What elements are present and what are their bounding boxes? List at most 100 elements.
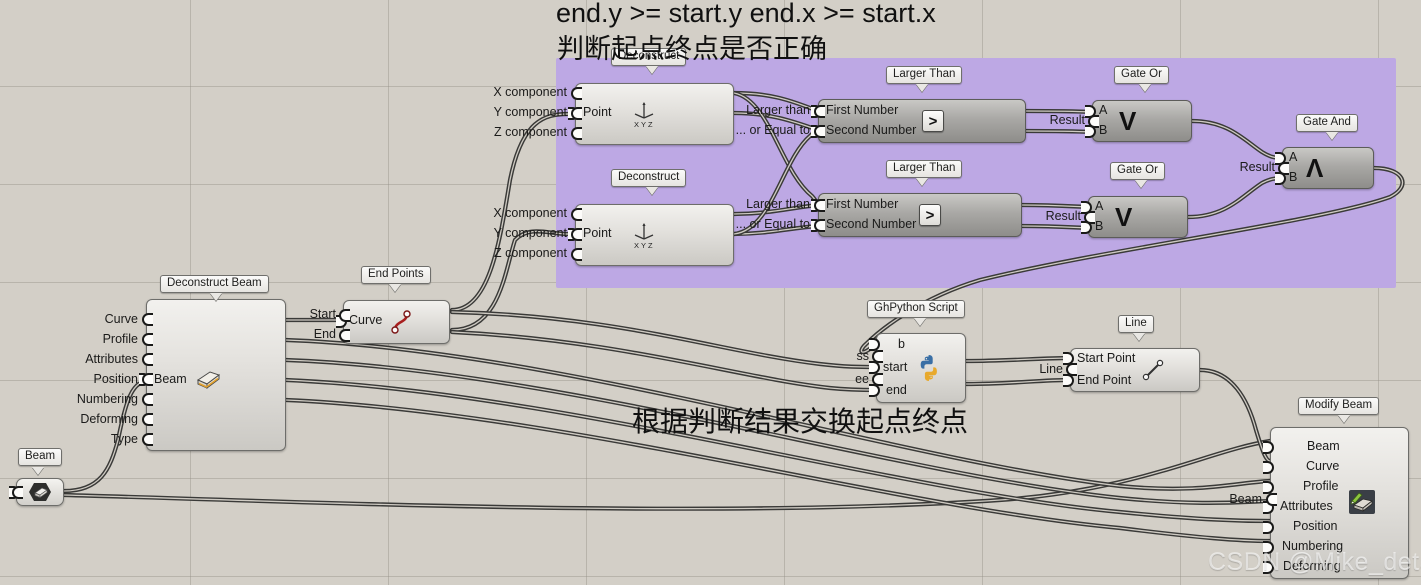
port-out-z-2[interactable]	[571, 248, 582, 261]
port-label-point-2: Point	[583, 226, 612, 240]
port-label-start: Start	[309, 307, 336, 321]
port-out-line[interactable]	[1066, 363, 1077, 376]
and-gate-icon: Λ	[1306, 153, 1324, 183]
tag-line: Line	[1118, 315, 1154, 333]
port-out-or-equal-2[interactable]	[814, 219, 825, 232]
tag-pointer-larger-than-1	[916, 84, 928, 92]
or-gate-icon: V	[1115, 202, 1133, 232]
port-out-position[interactable]	[142, 373, 153, 386]
port-out-larger-than-2[interactable]	[814, 199, 825, 212]
tag-pointer-gate-or-2	[1135, 180, 1147, 188]
port-label-x-1: X component	[493, 85, 567, 99]
port-label-start-point: Start Point	[1077, 351, 1136, 365]
port-label-y-1: Y component	[493, 105, 567, 119]
tag-pointer-gate-or-1	[1139, 84, 1151, 92]
modify-beam-icon	[1349, 490, 1375, 514]
port-label-or-equal-1: ... or Equal to	[735, 123, 810, 137]
port-out-result-and[interactable]	[1278, 162, 1289, 175]
port-label-b-and: B	[1289, 170, 1298, 184]
port-out-ss[interactable]	[872, 350, 883, 363]
port-label-curve-in: Curve	[349, 313, 383, 327]
tag-pointer-modify-beam	[1338, 415, 1350, 423]
port-out-beam-mb[interactable]	[1266, 493, 1277, 506]
port-label-curve: Curve	[104, 312, 138, 326]
tag-gate-or-2: Gate Or	[1110, 162, 1165, 180]
port-out-deforming[interactable]	[142, 413, 153, 426]
port-out-start[interactable]	[339, 309, 350, 322]
port-out-z-1[interactable]	[571, 127, 582, 140]
port-out-profile[interactable]	[142, 333, 153, 346]
wire-python-ss-to-line-start	[963, 355, 1073, 364]
svg-text:X: X	[634, 120, 639, 129]
port-out-beam-param[interactable]	[12, 486, 23, 499]
port-label-or-equal-2: ... or Equal to	[735, 217, 810, 231]
port-label-end: End	[313, 327, 336, 341]
tag-larger-than-2: Larger Than	[886, 160, 963, 178]
svg-text:Y: Y	[641, 120, 646, 129]
port-label-ee: ee	[855, 372, 869, 386]
tag-gate-or-1: Gate Or	[1114, 66, 1169, 84]
svg-text:Y: Y	[641, 241, 646, 250]
port-label-point-1: Point	[583, 105, 612, 119]
port-out-y-1[interactable]	[571, 107, 582, 120]
port-label-second-number-2: Second Number	[826, 217, 917, 231]
port-label-b-or1: B	[1099, 123, 1108, 137]
port-label-z-2: Z component	[494, 246, 567, 260]
tag-pointer-end-points	[389, 284, 401, 292]
tag-modify-beam: Modify Beam	[1298, 397, 1380, 415]
port-out-type[interactable]	[142, 433, 153, 446]
port-out-result-or2[interactable]	[1084, 211, 1095, 224]
wire-line-to-modify-beam-curve	[1197, 367, 1273, 464]
port-label-start-py: start	[883, 360, 908, 374]
port-out-curve[interactable]	[142, 313, 153, 326]
port-label-deforming: Deforming	[80, 412, 138, 426]
port-out-or-equal-1[interactable]	[814, 125, 825, 138]
port-out-end[interactable]	[339, 329, 350, 342]
port-out-x-1[interactable]	[571, 87, 582, 100]
port-label-beam-mb: Beam	[1307, 439, 1340, 453]
port-out-y-2[interactable]	[571, 228, 582, 241]
annotation-condition-chinese: 判断起点终点是否正确	[557, 34, 827, 64]
port-label-numbering: Numbering	[76, 392, 138, 406]
port-label-attributes: Attributes	[85, 352, 138, 366]
wire-end-to-python	[449, 329, 879, 393]
port-out-ee[interactable]	[872, 373, 883, 386]
port-label-attributes-mb: Attributes	[1280, 499, 1333, 513]
annotation-swap-chinese: 根据判断结果交换起点终点	[632, 406, 969, 437]
svg-text:Z: Z	[648, 120, 653, 129]
port-out-x-2[interactable]	[571, 208, 582, 221]
port-label-ss: ss	[856, 349, 870, 363]
port-out-larger-than-1[interactable]	[814, 105, 825, 118]
tag-deconstruct-2: Deconstruct	[611, 169, 687, 187]
port-out-attributes[interactable]	[142, 353, 153, 366]
port-label-b: b	[898, 337, 905, 351]
port-label-first-number-1: First Number	[826, 103, 899, 117]
wire-start-to-python	[449, 309, 879, 370]
port-out-result-or1[interactable]	[1088, 115, 1099, 128]
watermark-csdn: CSDN @Mike_detailing	[1208, 548, 1421, 576]
greater-than-icon[interactable]: >	[919, 204, 941, 226]
xyz-axis-icon: X Y Z	[634, 223, 654, 250]
port-label-result-or2: Result	[1045, 209, 1081, 223]
annotation-condition-expression: end.y >= start.y end.x >= start.x	[556, 0, 936, 28]
port-label-beam-out-mb: Beam	[1229, 492, 1262, 506]
port-label-end-py: end	[886, 383, 907, 397]
port-label-result-and: Result	[1239, 160, 1275, 174]
port-label-curve-mb: Curve	[1306, 459, 1340, 473]
port-label-position-mb: Position	[1293, 519, 1338, 533]
tag-ghpython-script: GhPython Script	[867, 300, 965, 318]
tag-pointer-deconstruct-beam	[210, 293, 222, 301]
curve-endpoints-icon	[391, 310, 411, 334]
port-label-second-number-1: Second Number	[826, 123, 917, 137]
port-out-numbering[interactable]	[142, 393, 153, 406]
wire-beam-to-modify-beam	[61, 438, 1273, 511]
port-label-result-or1: Result	[1049, 113, 1085, 127]
greater-than-icon[interactable]: >	[922, 110, 944, 132]
tag-pointer-beam-param	[32, 467, 44, 475]
wire-python-ee-to-line-end	[963, 377, 1073, 387]
port-label-profile-mb: Profile	[1303, 479, 1339, 493]
tag-gate-and: Gate And	[1296, 114, 1358, 132]
tag-beam-param: Beam	[18, 448, 63, 466]
port-label-position: Position	[93, 372, 138, 386]
grasshopper-canvas[interactable]: Beam Beam Curve Profile Attributes Posit…	[0, 0, 1421, 585]
